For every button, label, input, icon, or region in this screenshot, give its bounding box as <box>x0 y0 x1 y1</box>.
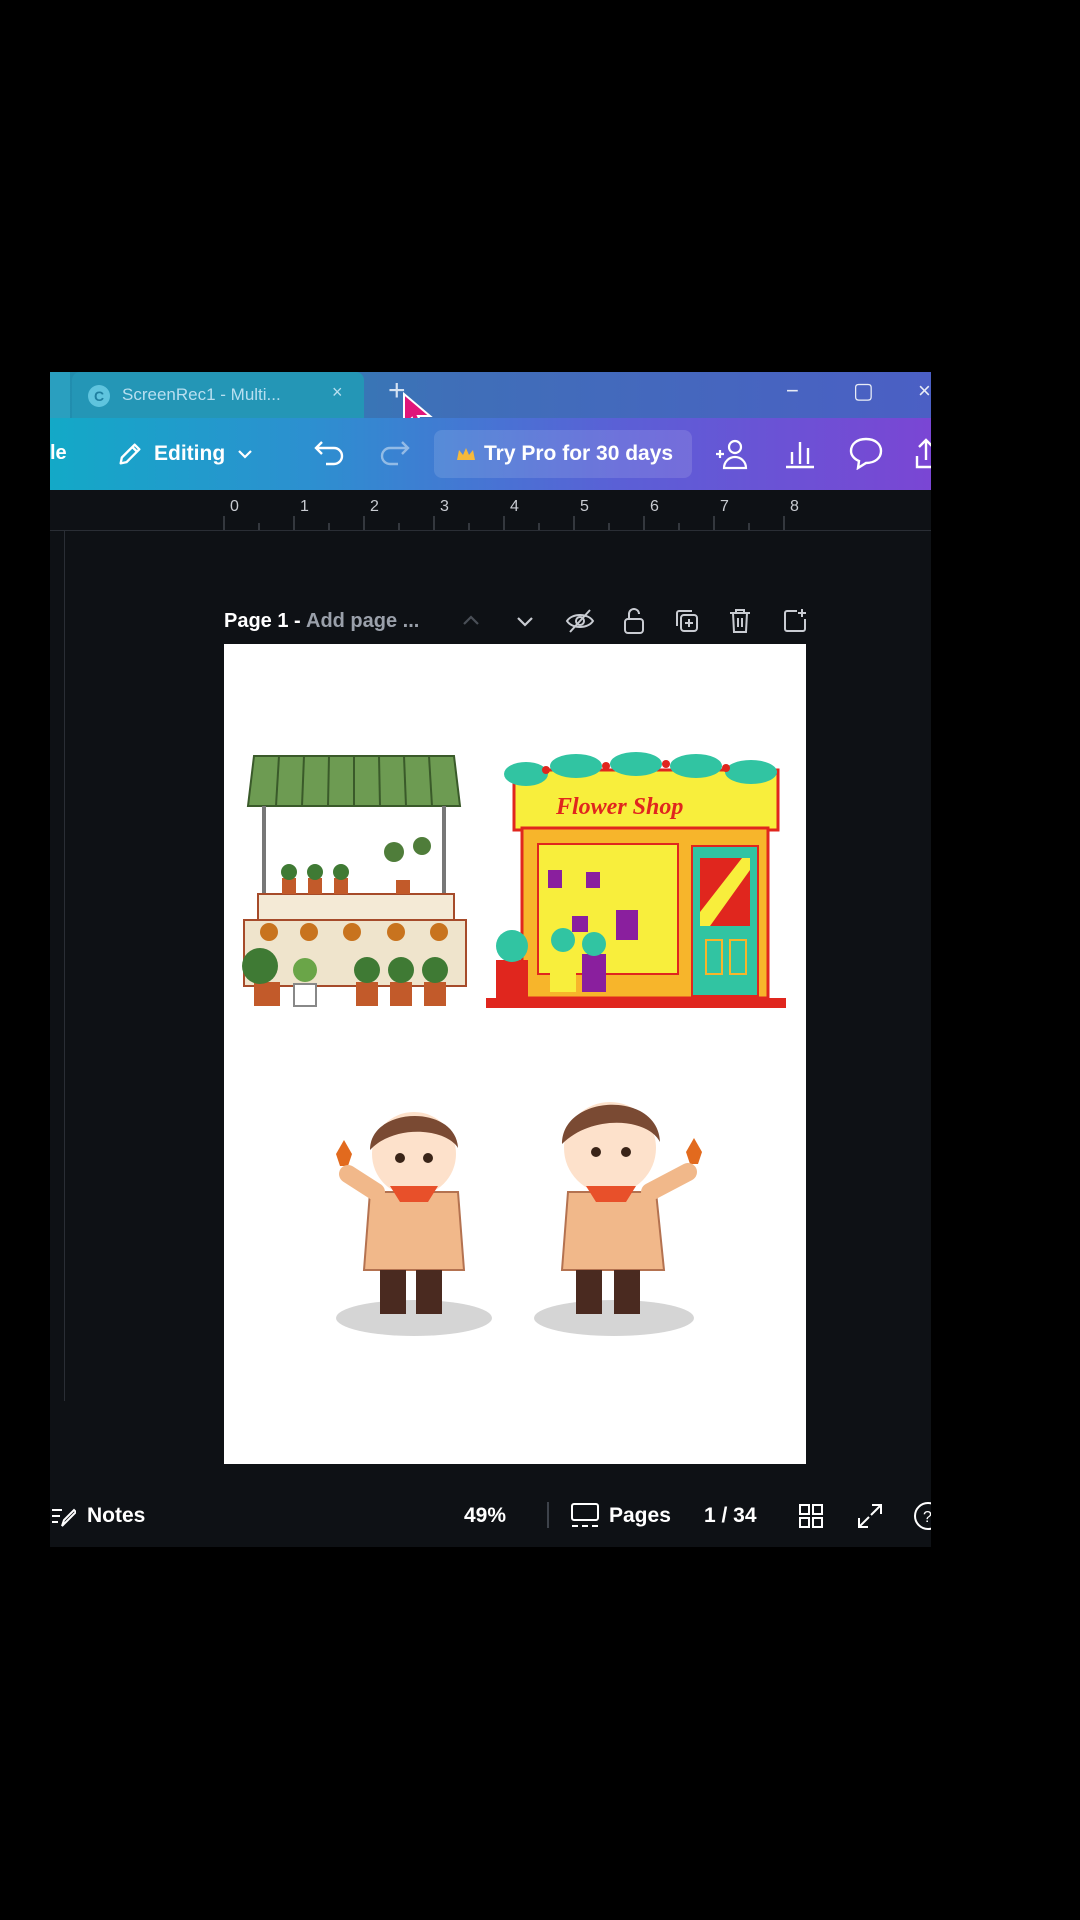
undo-icon[interactable] <box>312 438 346 468</box>
previous-tab-edge[interactable] <box>50 372 70 418</box>
crown-icon <box>457 448 475 460</box>
ruler-label: 8 <box>790 498 799 515</box>
editor-toolbar: le Editing Try Pro for 30 days <box>50 418 931 490</box>
chevron-up-icon[interactable] <box>456 606 486 636</box>
ruler-label: 2 <box>370 498 379 515</box>
horizontal-ruler: 0 1 2 3 4 5 6 7 8 <box>50 490 931 531</box>
add-page-icon[interactable] <box>780 606 810 636</box>
trash-icon[interactable] <box>726 606 754 636</box>
page-header: Page 1 - Add page ... <box>224 602 814 642</box>
market-stall-illustration[interactable] <box>224 744 474 1034</box>
page-title-input[interactable]: Add page ... <box>306 610 419 633</box>
hide-eye-icon[interactable] <box>564 606 596 636</box>
flower-shop-illustration[interactable]: Flower Shop <box>486 740 806 1040</box>
notes-button[interactable]: Notes <box>87 1504 145 1528</box>
chevron-down-icon <box>238 450 252 459</box>
redo-icon[interactable] <box>378 438 412 468</box>
ruler-label: 5 <box>580 498 589 515</box>
try-pro-button[interactable]: Try Pro for 30 days <box>434 430 692 478</box>
boy-with-leaf-illustration[interactable] <box>524 1060 714 1346</box>
editing-mode-dropdown[interactable]: Editing <box>116 432 255 476</box>
pencil-icon <box>119 443 141 465</box>
file-menu-button[interactable]: le <box>50 442 67 465</box>
zoom-level[interactable]: 49% <box>464 1504 506 1528</box>
minimize-button[interactable]: − <box>786 378 799 404</box>
flower-shop-sign: Flower Shop <box>555 794 683 820</box>
duplicate-page-icon[interactable] <box>672 606 702 636</box>
notes-icon[interactable] <box>50 1504 76 1530</box>
try-pro-label: Try Pro for 30 days <box>484 442 674 465</box>
analytics-chart-icon[interactable] <box>783 436 817 470</box>
design-canvas[interactable]: Flower Shop <box>224 644 806 1464</box>
close-window-button[interactable]: × <box>918 378 931 404</box>
ruler-label: 0 <box>230 498 239 515</box>
tab-close-button[interactable]: × <box>332 382 343 403</box>
svg-text:?: ? <box>923 1509 931 1526</box>
fullscreen-icon[interactable] <box>856 1502 884 1530</box>
editing-label: Editing <box>154 442 226 465</box>
share-people-icon[interactable] <box>712 436 752 472</box>
ruler-label: 1 <box>300 498 309 515</box>
share-upload-icon[interactable] <box>914 436 931 470</box>
grid-view-icon[interactable] <box>797 1502 825 1530</box>
pages-button[interactable]: Pages <box>609 1504 671 1528</box>
editor-footer: Notes 49% Pages 1 / 34 ? <box>50 1488 931 1544</box>
pages-icon[interactable] <box>570 1502 600 1530</box>
help-icon[interactable]: ? <box>912 1500 931 1532</box>
divider <box>547 1502 549 1528</box>
canva-editor-window: C ScreenRec1 - Multi... × + − ▢ × le Edi… <box>50 372 931 1547</box>
ruler-label: 4 <box>510 498 519 515</box>
boy-with-leaf-illustration[interactable] <box>324 1084 504 1344</box>
ruler-label: 7 <box>720 498 729 515</box>
maximize-button[interactable]: ▢ <box>853 378 874 404</box>
page-counter[interactable]: 1 / 34 <box>704 1504 757 1528</box>
chevron-down-icon[interactable] <box>510 606 540 636</box>
tab-title: ScreenRec1 - Multi... <box>122 385 281 404</box>
ruler-label: 3 <box>440 498 449 515</box>
vertical-ruler <box>50 531 65 1401</box>
comment-icon[interactable] <box>848 436 884 470</box>
title-bar: C ScreenRec1 - Multi... × + − ▢ × <box>50 372 931 434</box>
ruler-label: 6 <box>650 498 659 515</box>
browser-tab[interactable]: C ScreenRec1 - Multi... × <box>72 372 364 418</box>
page-label: Page 1 - <box>224 610 301 632</box>
canva-logo-icon: C <box>88 385 110 407</box>
lock-icon[interactable] <box>620 606 648 636</box>
